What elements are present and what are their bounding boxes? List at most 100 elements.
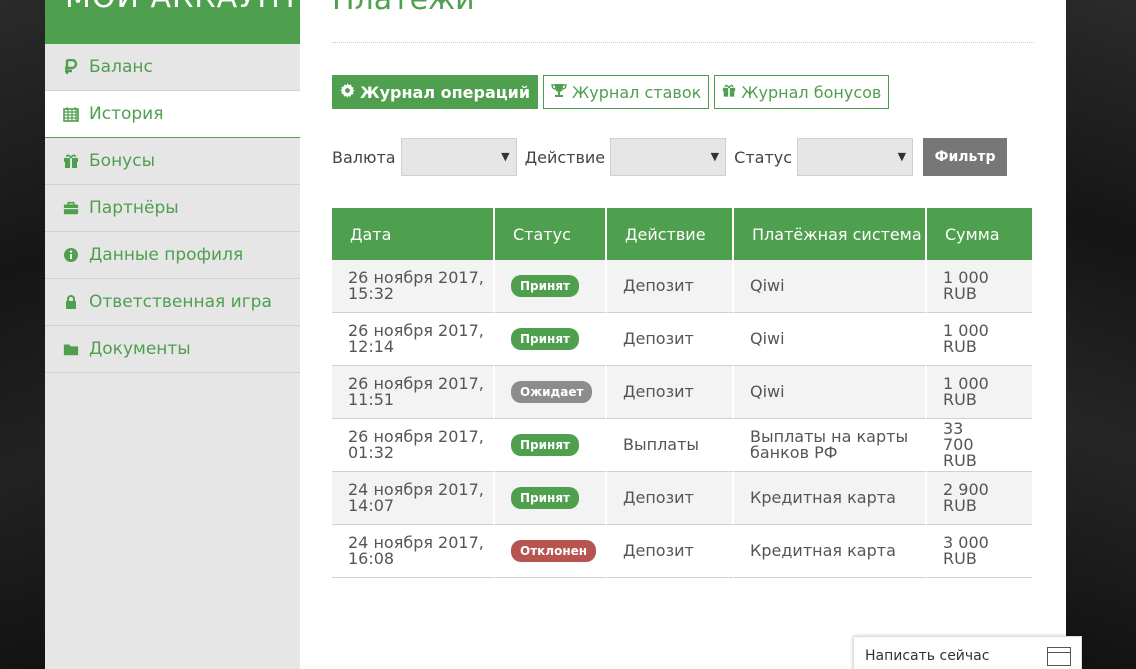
- payments-table: Дата Статус Действие Платёжная система С…: [332, 208, 1032, 578]
- cell-status: Отклонен: [495, 525, 607, 578]
- cell-status: Ожидает: [495, 366, 607, 419]
- cell-date-text: 26 ноября 2017, 15:32: [348, 268, 484, 303]
- action-label: Действие: [524, 147, 606, 167]
- cell-sum-text: 33 700 RUB: [943, 419, 977, 470]
- header-date: Дата: [332, 208, 495, 260]
- info-icon: [63, 247, 79, 263]
- sidebar-item-label: Ответственная игра: [89, 292, 272, 312]
- header-sum: Сумма: [927, 208, 1032, 260]
- cell-payment-system-text: Qiwi: [750, 329, 785, 348]
- cell-sum: 33 700 RUB: [927, 419, 1032, 472]
- page-title: Платежи: [332, 0, 475, 17]
- cell-action: Депозит: [607, 366, 734, 419]
- header-action: Действие: [607, 208, 734, 260]
- gift-icon: [722, 83, 741, 102]
- table-row: 24 ноября 2017, 16:08 Отклонен Депозит Кред…: [332, 525, 1032, 578]
- cell-date-text: 26 ноября 2017, 11:51: [348, 374, 484, 409]
- cell-date: 26 ноября 2017, 12:14: [332, 313, 495, 366]
- cell-payment-system-text: Выплаты на карты банков РФ: [750, 427, 909, 462]
- sidebar-title: МОЙ АККАУНТ: [65, 0, 300, 15]
- cell-date: 24 ноября 2017, 14:07: [332, 472, 495, 525]
- status-select[interactable]: ▼: [797, 138, 914, 176]
- sidebar-item-partners[interactable]: Партнёры: [45, 185, 300, 232]
- status-badge: Отклонен: [511, 540, 597, 562]
- cell-action-text: Депозит: [623, 541, 694, 560]
- cell-payment-system: Кредитная карта: [734, 472, 927, 525]
- cell-date: 26 ноября 2017, 01:32: [332, 419, 495, 472]
- calendar-icon: [63, 106, 79, 122]
- cell-sum-text: 1 000 RUB: [943, 374, 989, 409]
- sidebar-item-label: Бонусы: [89, 151, 156, 171]
- cell-sum-text: 2 900 RUB: [943, 480, 989, 515]
- cell-sum-text: 1 000 RUB: [943, 321, 989, 356]
- ruble-icon: [63, 59, 79, 75]
- header-payment-system: Платёжная система: [734, 208, 927, 260]
- sidebar-item-documents[interactable]: Документы: [45, 326, 300, 373]
- cell-date-text: 26 ноября 2017, 12:14: [348, 321, 484, 356]
- sidebar-item-label: Данные профиля: [89, 245, 244, 265]
- cell-action: Депозит: [607, 260, 734, 313]
- payments-panel: Платежи Журнал операций Журнал ставок Жу…: [300, 0, 1066, 669]
- lock-icon: [63, 294, 79, 310]
- briefcase-icon: [63, 200, 79, 216]
- cell-action: Депозит: [607, 525, 734, 578]
- sidebar-item-responsible-gaming[interactable]: Ответственная игра: [45, 279, 300, 326]
- sidebar-item-bonuses[interactable]: Бонусы: [45, 138, 300, 185]
- cell-action-text: Депозит: [623, 382, 694, 401]
- filters-bar: Валюта ▼ Действие ▼ Статус ▼ Фильтр: [332, 138, 1008, 176]
- cell-payment-system-text: Qiwi: [750, 382, 785, 401]
- sidebar-item-label: Партнёры: [89, 198, 179, 218]
- cell-date: 26 ноября 2017, 11:51: [332, 366, 495, 419]
- table-row: 26 ноября 2017, 15:32 Принят Депозит Qiwi 1 …: [332, 260, 1032, 313]
- status-badge: Принят: [511, 275, 579, 297]
- cell-date-text: 24 ноября 2017, 16:08: [348, 533, 484, 568]
- cell-sum-text: 3 000 RUB: [943, 533, 989, 568]
- tab-operations-journal[interactable]: Журнал операций: [332, 75, 539, 109]
- filter-button[interactable]: Фильтр: [923, 138, 1008, 176]
- table-row: 24 ноября 2017, 14:07 Принят Депозит Кредит…: [332, 472, 1032, 525]
- cell-payment-system-text: Кредитная карта: [750, 541, 896, 560]
- sidebar-item-balance[interactable]: Баланс: [45, 44, 300, 91]
- currency-label: Валюта: [332, 147, 396, 167]
- cell-date: 26 ноября 2017, 15:32: [332, 260, 495, 313]
- sidebar-item-history[interactable]: История: [45, 91, 300, 138]
- cell-sum-text: 1 000 RUB: [943, 268, 989, 303]
- sidebar-item-profile-data[interactable]: Данные профиля: [45, 232, 300, 279]
- cell-status: Принят: [495, 419, 607, 472]
- status-badge: Принят: [511, 328, 579, 350]
- table-row: 26 ноября 2017, 01:32 Принят Выплаты Выплат…: [332, 419, 1032, 472]
- cell-action: Депозит: [607, 313, 734, 366]
- status-label: Статус: [734, 147, 793, 167]
- trophy-icon: [551, 83, 572, 102]
- cell-action: Выплаты: [607, 419, 734, 472]
- cell-payment-system-text: Qiwi: [750, 276, 785, 295]
- account-sidebar: МОЙ АККАУНТ Баланс История Бонусы Партнё…: [45, 0, 300, 669]
- cell-payment-system-text: Кредитная карта: [750, 488, 896, 507]
- sidebar-header: МОЙ АККАУНТ: [45, 0, 300, 44]
- action-select[interactable]: ▼: [610, 138, 727, 176]
- cell-payment-system: Qiwi: [734, 313, 927, 366]
- currency-select[interactable]: ▼: [400, 138, 517, 176]
- table-row: 26 ноября 2017, 12:14 Принят Депозит Qiwi 1 …: [332, 313, 1032, 366]
- cell-action-text: Депозит: [623, 329, 694, 348]
- status-badge: Принят: [511, 487, 579, 509]
- tab-bonuses-journal[interactable]: Журнал бонусов: [714, 75, 890, 109]
- chat-widget[interactable]: Написать сейчас: [853, 636, 1082, 669]
- cell-sum: 3 000 RUB: [927, 525, 1032, 578]
- tab-bets-journal[interactable]: Журнал ставок: [543, 75, 710, 109]
- cell-sum: 1 000 RUB: [927, 260, 1032, 313]
- cell-date: 24 ноября 2017, 16:08: [332, 525, 495, 578]
- sidebar-item-label: История: [89, 104, 164, 124]
- tab-label: Журнал операций: [360, 82, 531, 102]
- sidebar-item-label: Документы: [89, 339, 191, 359]
- cell-status: Принят: [495, 313, 607, 366]
- cell-status: Принят: [495, 472, 607, 525]
- status-badge: Принят: [511, 434, 579, 456]
- tab-label: Журнал ставок: [572, 82, 702, 102]
- cell-sum: 1 000 RUB: [927, 313, 1032, 366]
- table-body: 26 ноября 2017, 15:32 Принят Депозит Qiwi 1 …: [332, 260, 1032, 578]
- chat-label: Написать сейчас: [865, 648, 990, 664]
- cell-action-text: Депозит: [623, 276, 694, 295]
- cell-payment-system: Кредитная карта: [734, 525, 927, 578]
- cell-payment-system: Qiwi: [734, 260, 927, 313]
